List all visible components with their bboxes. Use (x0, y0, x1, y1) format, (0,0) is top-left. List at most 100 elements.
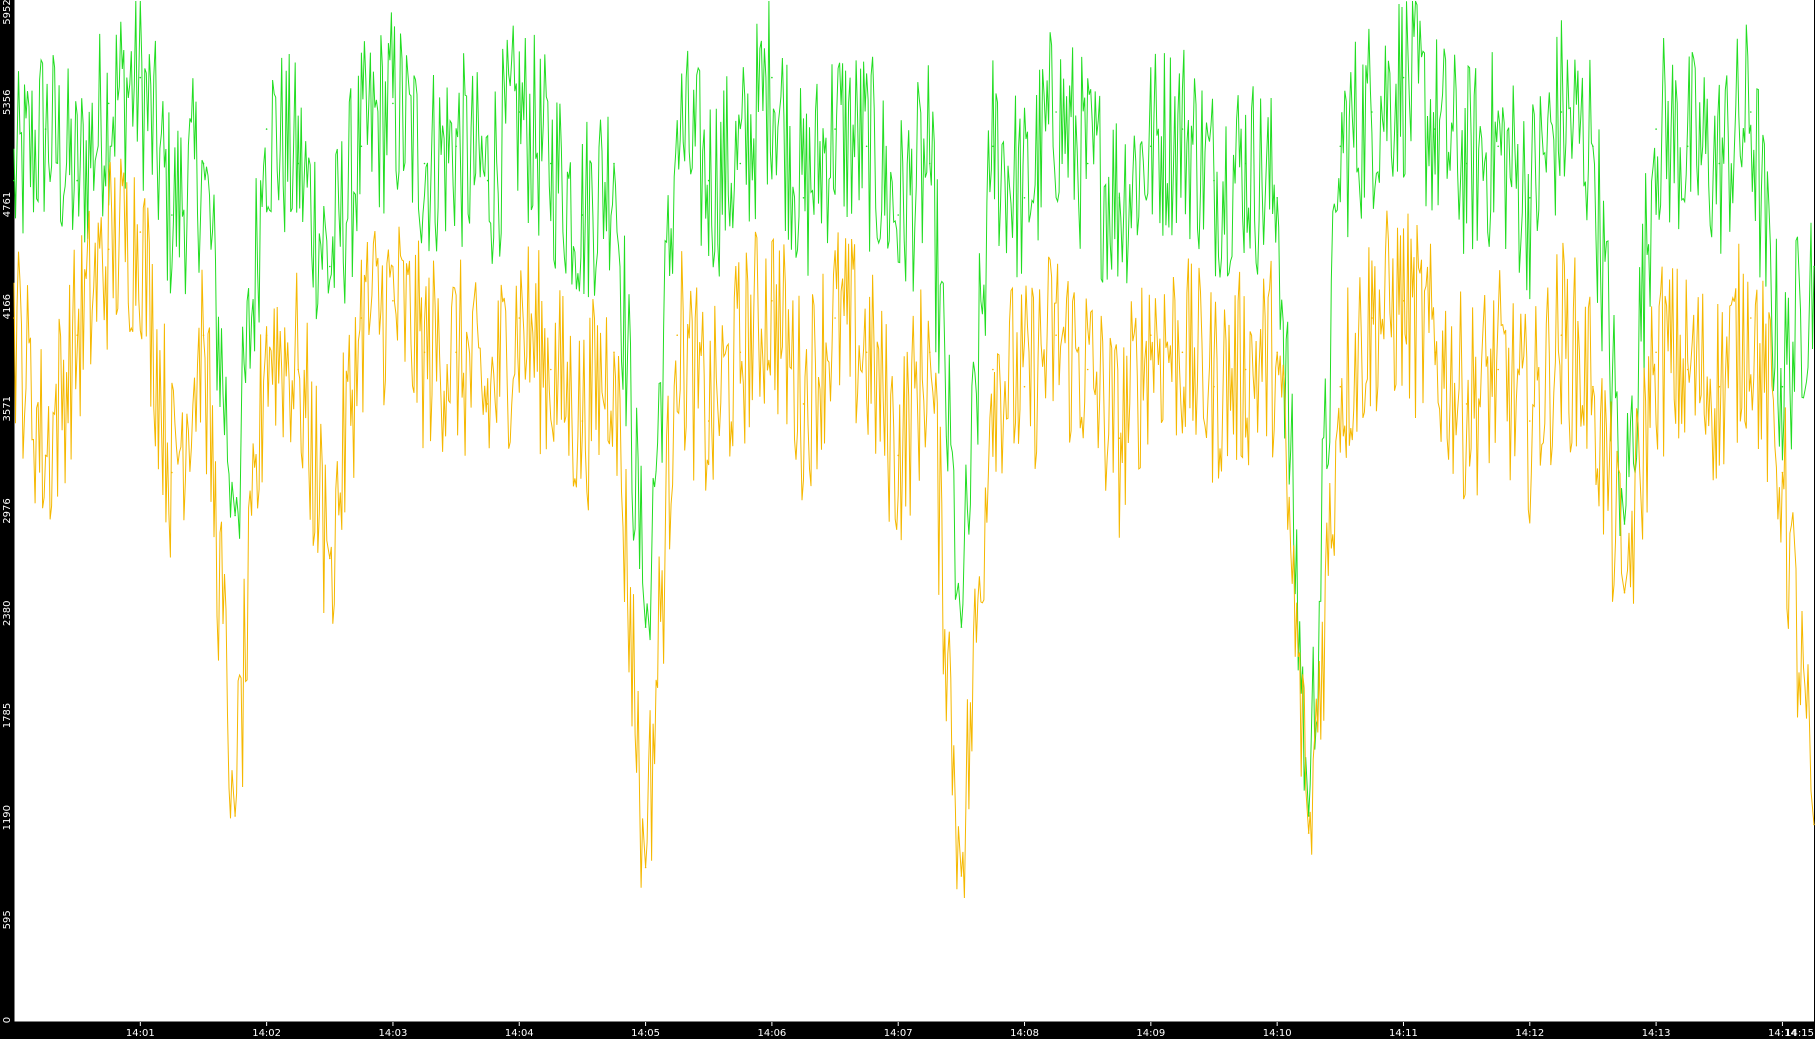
series-2-point (644, 866, 647, 869)
series-1-point (1181, 128, 1184, 130)
y-tick-label: 5952 (2, 0, 13, 25)
x-tick-label: 14:01 (126, 1028, 155, 1039)
series-2-point (1497, 368, 1499, 371)
series-1-point (1781, 385, 1784, 388)
series-2-point (1023, 385, 1026, 388)
x-tick-label: 14:06 (757, 1028, 786, 1039)
series-1-point (1371, 111, 1373, 113)
series-1-point (265, 128, 268, 130)
series-2-point (234, 815, 236, 817)
x-tick-label: 14:10 (1263, 1028, 1292, 1039)
series-1-point (423, 162, 426, 165)
series-1-point (486, 179, 489, 182)
series-2-point (1592, 385, 1594, 388)
series-1-point (1023, 197, 1026, 199)
series-1-point (1592, 145, 1594, 148)
series-2-point (1655, 351, 1657, 354)
series-1-point (1465, 162, 1468, 165)
series-1-point (550, 162, 552, 165)
series-2-point (1055, 334, 1057, 337)
series-2-point (581, 420, 584, 422)
series-1-point (392, 102, 394, 105)
series-2-point (360, 317, 363, 319)
series-1-point (360, 145, 363, 148)
series-2-point (486, 403, 489, 405)
series-1-point (897, 214, 899, 216)
series-2-point (1307, 832, 1310, 834)
series-1-point (1339, 145, 1342, 148)
series-2-point (1529, 420, 1531, 422)
x-tick-label: 14:12 (1515, 1028, 1544, 1039)
x-tick-label: 14:07 (884, 1028, 913, 1039)
line-chart-svg: 0595119017852380297635714166476153565952… (2, 0, 1815, 1039)
x-tick-label: 14:04 (505, 1028, 534, 1039)
series-1-point (834, 128, 836, 130)
series-1-point (518, 111, 521, 113)
series-2-point (992, 368, 994, 371)
series-2-point (202, 334, 205, 337)
series-2-point (297, 368, 300, 371)
series-2-point (1118, 437, 1121, 440)
series-1-point (865, 145, 868, 148)
x-tick-label: 14:03 (379, 1028, 408, 1039)
series-1-point (644, 626, 647, 628)
x-tick-label: 14:08 (1010, 1028, 1039, 1039)
series-1-point (1055, 111, 1057, 113)
series-2-point (1181, 351, 1184, 354)
series-1-point (76, 179, 78, 182)
series-2-point (518, 317, 521, 319)
series-1-point (1307, 815, 1310, 817)
series-1-point (960, 626, 963, 628)
x-axis-ticks: 14:01 14:02 14:03 14:04 14:05 14:06 14:07 14:08… (126, 1022, 1814, 1039)
x-tick-label: 14:11 (1389, 1028, 1418, 1039)
x-tick-label: 14:02 (252, 1028, 281, 1039)
series-2-point (1623, 591, 1626, 594)
series-2-point (771, 300, 773, 302)
series-1-point (1497, 145, 1499, 148)
series-1-point (297, 162, 300, 165)
series-1-point (1686, 145, 1689, 148)
series-2-point (171, 471, 173, 474)
series-1-point (455, 145, 457, 148)
series-1-point (1150, 145, 1152, 148)
series-1-point (13, 179, 15, 182)
series-1-point (992, 145, 994, 148)
series-1-point (1086, 162, 1089, 165)
series-1-point (234, 514, 236, 517)
series-2-point (1781, 471, 1784, 474)
series-2-point (1086, 368, 1089, 371)
series-1-point (1750, 111, 1752, 113)
series-1-point (1244, 162, 1247, 165)
series-1-point (802, 197, 805, 199)
series-2-point (929, 351, 931, 354)
series-2-point (897, 454, 899, 457)
series-2-point (1276, 351, 1278, 354)
series-2-point (865, 351, 868, 354)
series-2-point (265, 334, 268, 337)
series-2-point (960, 875, 963, 877)
series-2-point (834, 317, 836, 319)
series-2-point (1213, 385, 1215, 388)
series-1-point (1402, 76, 1405, 79)
x-tick-label: 14:15 (1785, 1028, 1814, 1039)
series-2-point (392, 300, 394, 302)
series-2-point (739, 351, 742, 354)
series-1-point (739, 162, 742, 165)
series-2-point (455, 351, 457, 354)
series-1-point (676, 128, 678, 130)
series-1-point (1434, 128, 1436, 130)
series-2-point (329, 557, 331, 560)
series-2-point (1465, 403, 1468, 405)
series-2-point (13, 317, 15, 319)
series-2-point (423, 351, 426, 354)
series-1-point (1655, 128, 1657, 130)
series-1-point (1276, 197, 1278, 199)
series-1-point (44, 128, 47, 130)
series-2-point (76, 334, 78, 337)
x-tick-label: 14:09 (1136, 1028, 1165, 1039)
series-1-point (1213, 179, 1215, 182)
series-2-point (1560, 334, 1563, 337)
series-1-point (139, 76, 142, 79)
series-2-point (139, 231, 142, 233)
series-1-point (929, 162, 931, 165)
